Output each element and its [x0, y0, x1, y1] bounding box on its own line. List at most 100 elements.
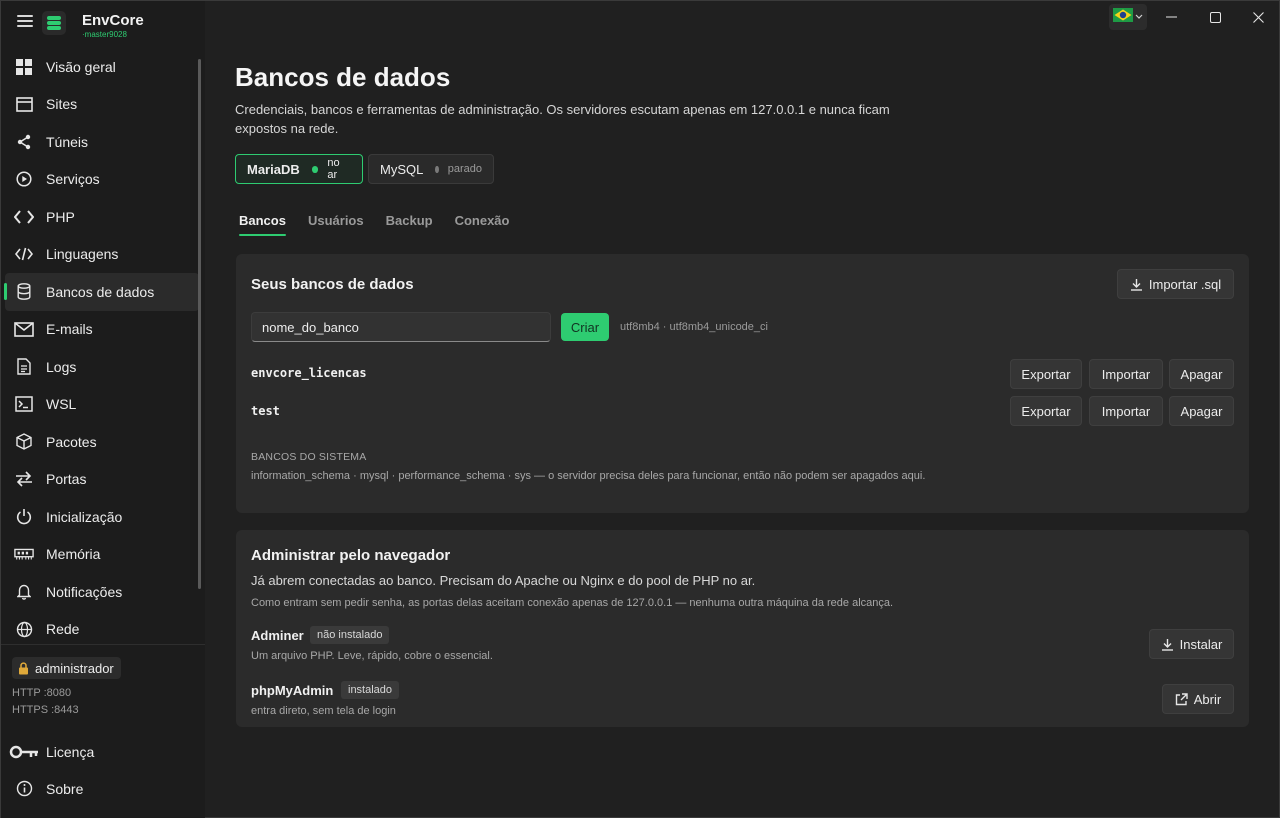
- system-databases-text: information_schema · mysql · performance…: [251, 470, 926, 482]
- sidebar-item-servicos[interactable]: Serviços: [1, 161, 205, 199]
- sidebar-item-visao-geral[interactable]: Visão geral: [1, 48, 205, 86]
- collation-info: utf8mb4 · utf8mb4_unicode_ci: [620, 321, 768, 333]
- tab-bancos[interactable]: Bancos: [239, 213, 286, 237]
- app-version: ·master9028: [82, 30, 127, 39]
- sidebar-item-wsl[interactable]: WSL: [1, 386, 205, 424]
- sidebar-item-label: E-mails: [46, 321, 93, 338]
- info-icon: [8, 779, 40, 799]
- tool-name: phpMyAdmin: [251, 683, 334, 698]
- sidebar: EnvCore ·master9028 Visão geral Sites Tú…: [1, 1, 205, 818]
- status-dot: [311, 165, 319, 173]
- engine-state: parado: [447, 163, 482, 175]
- hamburger-menu-icon[interactable]: [17, 15, 33, 29]
- card-note: Como entram sem pedir senha, as portas d…: [251, 597, 894, 609]
- sidebar-item-logs[interactable]: Logs: [1, 348, 205, 386]
- sidebar-item-sobre[interactable]: Sobre: [1, 770, 205, 807]
- sidebar-nav: Visão geral Sites Túneis Serviços PHP Li…: [1, 48, 205, 648]
- share-icon: [14, 132, 34, 152]
- engine-name: MariaDB: [247, 161, 300, 177]
- engine-mysql-button[interactable]: MySQL parado: [368, 154, 494, 184]
- database-name-input[interactable]: [251, 312, 551, 342]
- create-database-button[interactable]: Criar: [561, 313, 609, 341]
- sidebar-scrollbar[interactable]: [198, 59, 201, 589]
- install-adminer-button[interactable]: Instalar: [1149, 629, 1234, 659]
- sidebar-item-memoria[interactable]: Memória: [1, 536, 205, 574]
- database-icon: [14, 282, 34, 302]
- swap-arrows-icon: [14, 469, 34, 489]
- sidebar-item-sites[interactable]: Sites: [1, 86, 205, 124]
- sidebar-item-label: Rede: [46, 621, 80, 638]
- sidebar-item-label: Portas: [46, 471, 87, 488]
- sidebar-item-label: Linguagens: [46, 246, 119, 263]
- import-sql-button[interactable]: Importar .sql: [1117, 269, 1234, 299]
- sidebar-item-e-mails[interactable]: E-mails: [1, 311, 205, 349]
- mail-icon: [14, 319, 34, 339]
- sidebar-item-label: WSL: [46, 396, 77, 413]
- app-window: EnvCore ·master9028 Visão geral Sites Tú…: [0, 0, 1280, 818]
- username: administrador: [35, 660, 114, 676]
- sidebar-item-php[interactable]: PHP: [1, 198, 205, 236]
- delete-button[interactable]: Apagar: [1169, 396, 1234, 426]
- sidebar-item-label: Serviços: [46, 171, 100, 188]
- sidebar-item-rede[interactable]: Rede: [1, 611, 205, 649]
- bell-icon: [14, 582, 34, 602]
- page-description: Credenciais, bancos e ferramentas de adm…: [235, 102, 890, 136]
- database-name: test: [251, 404, 280, 418]
- sidebar-item-inicializacao[interactable]: Inicialização: [1, 498, 205, 536]
- download-icon: [1130, 278, 1143, 291]
- engine-state: no ar: [327, 157, 340, 181]
- tool-description: entra direto, sem tela de login: [251, 705, 396, 717]
- tab-usuarios[interactable]: Usuários: [308, 213, 364, 237]
- grid-icon: [14, 57, 34, 77]
- sidebar-item-bancos-de-dados[interactable]: Bancos de dados: [4, 273, 199, 311]
- sidebar-item-label: Licença: [46, 743, 95, 760]
- external-link-icon: [1175, 692, 1188, 706]
- status-dot: [435, 165, 439, 173]
- page-title: Bancos de dados: [235, 62, 451, 92]
- import-button[interactable]: Importar: [1089, 396, 1163, 426]
- app-logo-icon: [42, 11, 66, 35]
- memory-chip-icon: [14, 544, 34, 564]
- play-circle-icon: [14, 169, 34, 189]
- globe-icon: [14, 619, 34, 639]
- sidebar-item-label: Sobre: [46, 780, 84, 797]
- sidebar-item-linguagens[interactable]: Linguagens: [1, 236, 205, 274]
- user-badge: administrador: [12, 657, 121, 679]
- tool-description: Um arquivo PHP. Leve, rápido, cobre o es…: [251, 650, 493, 662]
- button-label: Instalar: [1179, 636, 1223, 652]
- sidebar-item-tuneis[interactable]: Túneis: [1, 123, 205, 161]
- sidebar-item-licenca[interactable]: Licença: [1, 733, 205, 770]
- engine-mariadb-button[interactable]: MariaDB no ar: [235, 154, 363, 184]
- database-name: envcore_licencas: [251, 366, 367, 380]
- open-phpmyadmin-button[interactable]: Abrir: [1162, 684, 1234, 714]
- https-port: HTTPS :8443: [12, 704, 79, 716]
- brand: EnvCore ·master9028: [1, 1, 205, 45]
- import-button[interactable]: Importar: [1089, 359, 1163, 389]
- power-icon: [14, 507, 34, 527]
- sidebar-divider: [1, 644, 205, 645]
- tab-conexao[interactable]: Conexão: [455, 213, 510, 237]
- tool-name: Adminer: [251, 628, 304, 643]
- card-title: Administrar pelo navegador: [251, 547, 451, 564]
- sidebar-item-label: Memória: [46, 546, 101, 563]
- engine-name: MySQL: [380, 161, 424, 177]
- terminal-icon: [14, 394, 34, 414]
- lock-icon: [18, 661, 29, 675]
- document-icon: [14, 357, 34, 377]
- code-brackets-icon: [14, 207, 34, 227]
- app-name: EnvCore: [82, 12, 144, 29]
- export-button[interactable]: Exportar: [1010, 359, 1082, 389]
- key-icon: [8, 742, 40, 762]
- delete-button[interactable]: Apagar: [1169, 359, 1234, 389]
- sidebar-item-pacotes[interactable]: Pacotes: [1, 423, 205, 461]
- main-content: Bancos de dados Credenciais, bancos e fe…: [205, 1, 1280, 818]
- sidebar-item-label: Notificações: [46, 583, 123, 600]
- sidebar-item-portas[interactable]: Portas: [1, 461, 205, 499]
- card-subtitle: Já abrem conectadas ao banco. Precisam d…: [251, 573, 756, 588]
- sidebar-item-label: Logs: [46, 358, 77, 375]
- export-button[interactable]: Exportar: [1010, 396, 1082, 426]
- tab-backup[interactable]: Backup: [386, 213, 433, 237]
- sidebar-item-notificacoes[interactable]: Notificações: [1, 573, 205, 611]
- sidebar-item-label: Pacotes: [46, 433, 97, 450]
- download-icon: [1161, 638, 1174, 651]
